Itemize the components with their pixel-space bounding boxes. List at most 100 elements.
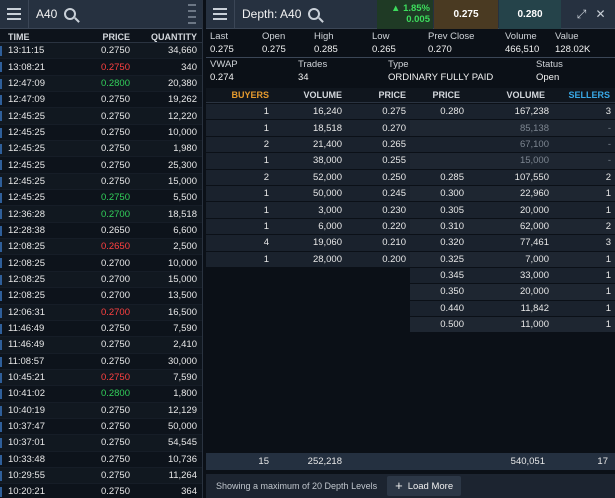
bid-level[interactable]: 1 50,000 0.245 bbox=[206, 185, 410, 203]
table-row[interactable]: 12:08:25 0.2700 13,500 bbox=[0, 288, 202, 305]
depth-row: 1 16,240 0.275 0.280 167,238 3 bbox=[206, 104, 615, 121]
col-quantity[interactable]: QUANTITY bbox=[130, 32, 197, 42]
col-price[interactable]: PRICE bbox=[66, 32, 130, 42]
q-labels-1: Open bbox=[262, 31, 286, 42]
cos-title[interactable]: A40 bbox=[29, 7, 57, 21]
table-row[interactable]: 12:45:25 0.2750 12,220 bbox=[0, 108, 202, 125]
table-row[interactable]: 12:45:25 0.2750 15,000 bbox=[0, 173, 202, 191]
ask-level[interactable]: 0.320 77,461 3 bbox=[410, 235, 615, 252]
bid-level[interactable]: 1 3,000 0.230 bbox=[206, 202, 410, 219]
table-row[interactable]: 10:37:01 0.2750 54,545 bbox=[0, 435, 202, 452]
cos-header: A40 bbox=[0, 0, 202, 29]
ask-level[interactable]: 0.345 33,000 1 bbox=[410, 267, 615, 285]
close-icon[interactable]: ✕ bbox=[595, 8, 606, 20]
ask-level[interactable]: 0.305 20,000 1 bbox=[410, 202, 615, 219]
table-row[interactable]: 10:33:48 0.2750 10,736 bbox=[0, 452, 202, 468]
ask-level[interactable]: 0.285 107,550 2 bbox=[410, 169, 615, 186]
table-row[interactable]: 12:28:38 0.2650 6,600 bbox=[0, 223, 202, 240]
table-row[interactable]: 12:47:09 0.2800 20,380 bbox=[0, 75, 202, 93]
depth-row: 1 38,000 0.255 15,000 - bbox=[206, 153, 615, 170]
table-row[interactable]: 12:45:25 0.2750 25,300 bbox=[0, 157, 202, 174]
table-row[interactable]: 13:08:21 0.2750 340 bbox=[0, 59, 202, 76]
ask-level[interactable]: 0.300 22,960 1 bbox=[410, 185, 615, 203]
best-ask[interactable]: 0.280 bbox=[499, 0, 561, 29]
total-buyers: 15 bbox=[258, 456, 269, 467]
depth-table-body: 1 16,240 0.275 0.280 167,238 3 1 18,518 0.270 85,… bbox=[206, 104, 615, 334]
ask-volume: 11,000 bbox=[520, 319, 549, 331]
table-row[interactable]: 10:20:21 0.2750 364 bbox=[0, 484, 202, 498]
table-row[interactable]: 12:45:25 0.2750 10,000 bbox=[0, 125, 202, 142]
trade-price: 0.2750 bbox=[100, 339, 130, 351]
ask-volume: 167,238 bbox=[514, 106, 549, 118]
ask-level[interactable]: 15,000 - bbox=[410, 153, 615, 170]
table-row[interactable]: 11:46:49 0.2750 2,410 bbox=[0, 337, 202, 354]
ask-price: 0.310 bbox=[440, 220, 464, 232]
ask-volume: 67,100 bbox=[519, 138, 549, 150]
expand-icon[interactable]: ⤢ bbox=[576, 8, 587, 20]
bid-level bbox=[206, 301, 410, 318]
trade-time: 12:47:09 bbox=[8, 77, 45, 89]
ask-level[interactable]: 67,100 - bbox=[410, 136, 615, 154]
bid-count: 1 bbox=[263, 122, 269, 134]
ask-level[interactable]: 0.325 7,000 1 bbox=[410, 251, 615, 268]
bid-level[interactable]: 1 38,000 0.255 bbox=[206, 153, 410, 170]
table-row[interactable]: 11:46:49 0.2750 7,590 bbox=[0, 321, 202, 338]
col-ask-price[interactable]: PRICE bbox=[406, 90, 460, 100]
col-buyers[interactable]: BUYERS bbox=[206, 90, 269, 100]
cos-menu-button[interactable] bbox=[0, 0, 29, 29]
table-row[interactable]: 12:36:28 0.2700 18,518 bbox=[0, 206, 202, 223]
bid-level[interactable]: 1 18,518 0.270 bbox=[206, 120, 410, 137]
table-row[interactable]: 10:45:21 0.2750 7,590 bbox=[0, 369, 202, 387]
ask-level[interactable]: 85,138 - bbox=[410, 120, 615, 137]
best-bid[interactable]: 0.275 bbox=[434, 0, 498, 29]
col-ask-volume[interactable]: VOLUME bbox=[460, 90, 545, 100]
ask-level[interactable]: 0.310 62,000 2 bbox=[410, 218, 615, 236]
bid-level[interactable]: 1 28,000 0.200 bbox=[206, 251, 410, 268]
drag-handle-icon[interactable] bbox=[188, 4, 196, 24]
table-row[interactable]: 10:37:47 0.2750 50,000 bbox=[0, 419, 202, 436]
course-of-sales-panel: A40 TIME PRICE QUANTITY 13:11:15 0.2750 34… bbox=[0, 0, 203, 498]
col-sellers[interactable]: SELLERS bbox=[545, 90, 610, 100]
bid-level[interactable]: 1 6,000 0.220 bbox=[206, 218, 410, 236]
ask-volume: 20,000 bbox=[519, 204, 549, 216]
depth-menu-button[interactable] bbox=[206, 0, 235, 29]
trade-time: 11:46:49 bbox=[8, 339, 45, 351]
ask-level[interactable]: 0.350 20,000 1 bbox=[410, 284, 615, 301]
search-icon[interactable] bbox=[308, 8, 321, 20]
table-row[interactable]: 10:40:19 0.2750 12,129 bbox=[0, 402, 202, 419]
bid-price: 0.255 bbox=[382, 155, 406, 167]
col-bid-price[interactable]: PRICE bbox=[342, 90, 406, 100]
ask-count: 1 bbox=[605, 270, 611, 282]
ask-price: 0.500 bbox=[440, 319, 464, 331]
bid-volume: 3,000 bbox=[318, 204, 342, 216]
search-icon[interactable] bbox=[64, 8, 77, 20]
depth-title[interactable]: Depth: A40 bbox=[235, 7, 301, 21]
trade-price: 0.2750 bbox=[100, 61, 130, 73]
trade-price: 0.2650 bbox=[100, 241, 130, 253]
trade-price: 0.2700 bbox=[100, 290, 130, 302]
trade-price: 0.2750 bbox=[100, 486, 130, 498]
table-row[interactable]: 11:08:57 0.2750 30,000 bbox=[0, 354, 202, 370]
table-row[interactable]: 12:45:25 0.2750 1,980 bbox=[0, 141, 202, 158]
table-row[interactable]: 13:11:15 0.2750 34,660 bbox=[0, 43, 202, 60]
ask-level[interactable]: 0.500 11,000 1 bbox=[410, 317, 615, 334]
table-row[interactable]: 12:08:25 0.2650 2,500 bbox=[0, 239, 202, 256]
table-row[interactable]: 12:47:09 0.2750 19,262 bbox=[0, 92, 202, 109]
bid-level[interactable]: 4 19,060 0.210 bbox=[206, 235, 410, 252]
table-row[interactable]: 10:29:55 0.2750 11,264 bbox=[0, 467, 202, 485]
table-row[interactable]: 12:08:25 0.2700 10,000 bbox=[0, 255, 202, 272]
table-row[interactable]: 12:08:25 0.2700 15,000 bbox=[0, 271, 202, 289]
bid-level[interactable]: 2 21,400 0.265 bbox=[206, 136, 410, 154]
col-bid-volume[interactable]: VOLUME bbox=[269, 90, 342, 100]
table-row[interactable]: 10:41:02 0.2800 1,800 bbox=[0, 386, 202, 403]
bid-level[interactable]: 2 52,000 0.250 bbox=[206, 169, 410, 186]
load-more-button[interactable]: + Load More bbox=[387, 476, 462, 496]
table-row[interactable]: 12:06:31 0.2700 16,500 bbox=[0, 304, 202, 321]
q-labels-6: Value bbox=[555, 31, 579, 42]
ask-level[interactable]: 0.280 167,238 3 bbox=[410, 104, 615, 121]
table-row[interactable]: 12:45:25 0.2750 5,500 bbox=[0, 190, 202, 207]
trade-price: 0.2750 bbox=[100, 437, 130, 449]
col-time[interactable]: TIME bbox=[0, 32, 66, 42]
ask-level[interactable]: 0.440 11,842 1 bbox=[410, 300, 615, 318]
bid-level[interactable]: 1 16,240 0.275 bbox=[206, 104, 410, 121]
